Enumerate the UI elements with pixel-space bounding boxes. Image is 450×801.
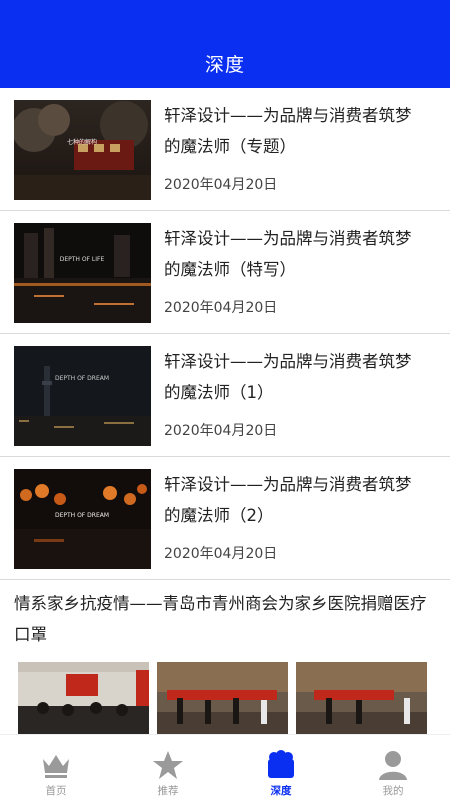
article-item[interactable]: DEPTH OF DREAM 轩泽设计——为品牌与消费者筑梦的魔法师（1） 20… (0, 334, 450, 457)
page-title: 深度 (204, 54, 245, 76)
thumbnail-caption: DEPTH OF DREAM (55, 375, 109, 382)
article-title: 轩泽设计——为品牌与消费者筑梦的魔法师（专题） (164, 106, 412, 156)
tab-label: 深度 (270, 785, 292, 797)
thumbnail-caption: DEPTH OF DREAM (55, 512, 109, 519)
article-thumbnail: 七种的解构 (14, 100, 151, 200)
bottom-tab-bar: 首页 推荐 深度 我的 (0, 734, 450, 801)
article-thumbnail: DEPTH OF DREAM (14, 469, 151, 569)
article-date: 2020年04月20日 (164, 423, 278, 439)
article-thumbnail: DEPTH OF LIFE (14, 223, 151, 323)
gallery-post-title: 情系家乡抗疫情——青岛市青州商会为家乡医院捐赠医疗口罩 (14, 594, 427, 644)
user-icon (377, 749, 409, 781)
article-title: 轩泽设计——为品牌与消费者筑梦的魔法师（特写） (164, 229, 412, 279)
article-title: 轩泽设计——为品牌与消费者筑梦的魔法师（1） (164, 352, 412, 402)
article-list: 七种的解构 轩泽设计——为品牌与消费者筑梦的魔法师（专题） 2020年04月20… (0, 88, 450, 580)
article-date: 2020年04月20日 (164, 546, 278, 562)
star-icon (152, 749, 184, 781)
gallery-photo (157, 662, 288, 734)
article-item[interactable]: DEPTH OF LIFE 轩泽设计——为品牌与消费者筑梦的魔法师（特写） 20… (0, 211, 450, 334)
gallery-photo (296, 662, 427, 734)
thumbnail-caption: DEPTH OF LIFE (60, 256, 105, 263)
tab-recommend[interactable]: 推荐 (112, 735, 224, 801)
tab-label: 我的 (382, 785, 404, 797)
thumbnail-caption: 七种的解构 (67, 138, 97, 146)
app-header: 深度 (0, 0, 450, 88)
article-item[interactable]: DEPTH OF DREAM 轩泽设计——为品牌与消费者筑梦的魔法师（2） 20… (0, 457, 450, 580)
tab-depth[interactable]: 深度 (225, 735, 337, 801)
article-title: 轩泽设计——为品牌与消费者筑梦的魔法师（2） (164, 475, 412, 525)
tab-label: 推荐 (157, 785, 179, 797)
article-thumbnail: DEPTH OF DREAM (14, 346, 151, 446)
article-date: 2020年04月20日 (164, 177, 278, 193)
article-item[interactable]: 七种的解构 轩泽设计——为品牌与消费者筑梦的魔法师（专题） 2020年04月20… (0, 88, 450, 211)
crown-icon (40, 749, 72, 781)
tab-profile[interactable]: 我的 (337, 735, 449, 801)
tab-home[interactable]: 首页 (0, 735, 112, 801)
article-date: 2020年04月20日 (164, 300, 278, 316)
tab-label: 首页 (45, 785, 67, 797)
gallery-photo (18, 662, 149, 734)
layers-icon (265, 749, 297, 781)
